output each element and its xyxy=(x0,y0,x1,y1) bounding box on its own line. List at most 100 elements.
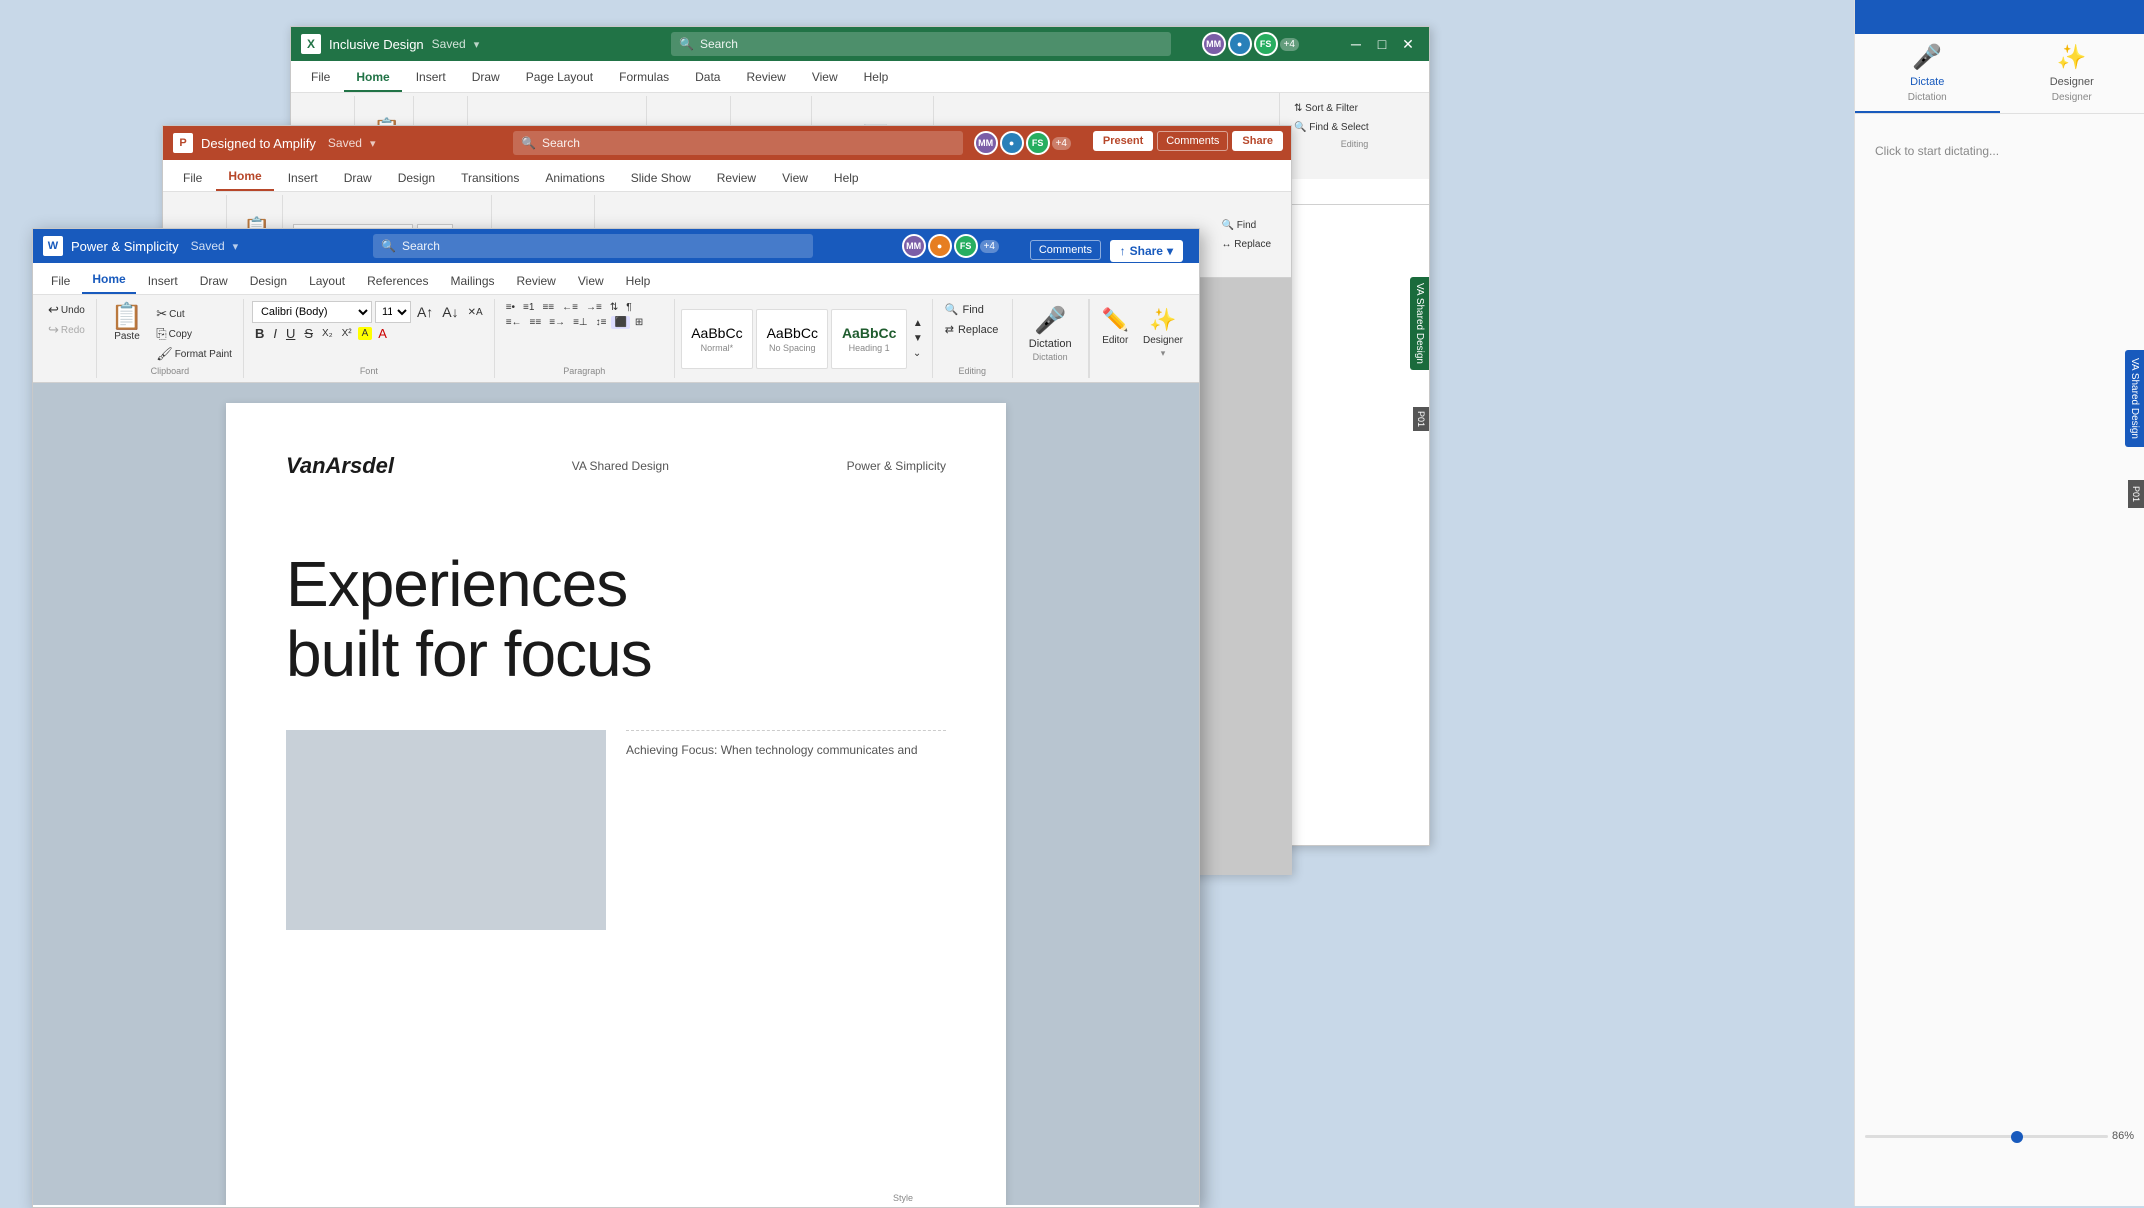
excel-title-arrow[interactable]: ▾ xyxy=(474,38,480,51)
highlight-btn[interactable]: A xyxy=(358,327,373,340)
superscript-btn[interactable]: X² xyxy=(339,327,355,340)
style-no-spacing[interactable]: AaBbCc No Spacing xyxy=(756,309,828,369)
line-spacing-btn[interactable]: ↕≡ xyxy=(593,316,610,329)
word-collab-plus[interactable]: +4 xyxy=(980,240,999,253)
strikethrough-btn[interactable]: S xyxy=(301,325,316,342)
ppt-tab-file[interactable]: File xyxy=(171,165,214,191)
ppt-find-btn[interactable]: 🔍 Find xyxy=(1218,218,1275,233)
word-title-arrow[interactable]: ▾ xyxy=(233,240,239,253)
align-left-btn[interactable]: ≡← xyxy=(503,316,525,329)
ppt-share-btn[interactable]: Share xyxy=(1232,131,1283,151)
word-fontsize-dropdown[interactable]: 11 xyxy=(375,301,411,323)
ppt-tab-insert[interactable]: Insert xyxy=(276,165,330,191)
excel-tab-home[interactable]: Home xyxy=(344,64,401,92)
font-grow-btn[interactable]: A↑ xyxy=(414,303,436,321)
numbered-list-btn[interactable]: ≡1 xyxy=(520,301,537,314)
clear-format-btn[interactable]: ✕A xyxy=(465,306,486,319)
excel-tab-help[interactable]: Help xyxy=(852,64,901,92)
style-heading1[interactable]: AaBbCc Heading 1 xyxy=(831,309,906,369)
word-tab-view[interactable]: View xyxy=(568,268,614,294)
excel-tab-formulas[interactable]: Formulas xyxy=(607,64,681,92)
bullet-list-btn[interactable]: ≡• xyxy=(503,301,518,314)
excel-vertical-tab2[interactable]: P01 xyxy=(1413,407,1429,431)
font-color-btn[interactable]: A xyxy=(375,325,390,342)
ppt-replace-btn[interactable]: ↔ Replace xyxy=(1218,237,1275,252)
italic-btn[interactable]: I xyxy=(270,325,280,342)
word-tab-help[interactable]: Help xyxy=(616,268,661,294)
excel-tab-file[interactable]: File xyxy=(299,64,342,92)
excel-tab-view[interactable]: View xyxy=(800,64,850,92)
align-center-btn[interactable]: ≡≡ xyxy=(527,316,545,329)
bold-btn[interactable]: B xyxy=(252,325,267,342)
ppt-tab-help[interactable]: Help xyxy=(822,165,871,191)
font-shrink-btn[interactable]: A↓ xyxy=(439,303,461,321)
align-right-btn[interactable]: ≡→ xyxy=(546,316,568,329)
shading-btn[interactable]: ⬛ xyxy=(611,316,629,329)
excel-tab-insert[interactable]: Insert xyxy=(404,64,458,92)
underline-btn[interactable]: U xyxy=(283,325,298,342)
word-tab-insert[interactable]: Insert xyxy=(138,268,188,294)
word-replace-btn[interactable]: ⇄ Replace xyxy=(941,321,1003,338)
word-redo-btn[interactable]: ↪ Redo xyxy=(45,321,88,339)
subscript-btn[interactable]: X₂ xyxy=(319,327,336,340)
word-share-btn[interactable]: ↑ Share ▾ xyxy=(1110,240,1183,262)
word-tab-file[interactable]: File xyxy=(41,268,80,294)
ppt-collab-plus[interactable]: +4 xyxy=(1052,137,1071,150)
word-designer-btn[interactable]: ✨ Designer ▾ xyxy=(1137,303,1189,374)
word-editor-btn[interactable]: ✏️ Editor xyxy=(1096,303,1135,374)
excel-search-bar[interactable]: 🔍 Search xyxy=(671,32,1171,56)
word-tab-layout[interactable]: Layout xyxy=(299,268,355,294)
maximize-button[interactable]: □ xyxy=(1371,33,1393,55)
ppt-comments-btn[interactable]: Comments xyxy=(1157,131,1228,151)
word-tab-references[interactable]: References xyxy=(357,268,438,294)
styles-expand[interactable]: ⌄ xyxy=(910,347,926,360)
multilevel-list-btn[interactable]: ≡≡ xyxy=(539,301,557,314)
frp-tab-designer[interactable]: ✨ Designer Designer xyxy=(2000,34,2144,113)
word-tab-mailings[interactable]: Mailings xyxy=(440,268,504,294)
collab-plus[interactable]: +4 xyxy=(1280,38,1299,51)
word-undo-btn[interactable]: ↩ Undo xyxy=(45,301,88,319)
word-comments-btn[interactable]: Comments xyxy=(1030,240,1101,260)
ppt-tab-design[interactable]: Design xyxy=(386,165,447,191)
share-dropdown-arrow[interactable]: ▾ xyxy=(1167,244,1173,258)
word-tab-home[interactable]: Home xyxy=(82,266,135,294)
word-tab-design[interactable]: Design xyxy=(240,268,297,294)
ppt-title-arrow[interactable]: ▾ xyxy=(370,137,376,150)
styles-scroll-down[interactable]: ▼ xyxy=(910,332,926,345)
ppt-tab-view[interactable]: View xyxy=(770,165,820,191)
ppt-present-btn[interactable]: Present xyxy=(1093,131,1153,151)
increase-indent-btn[interactable]: →≡ xyxy=(583,301,605,314)
word-format-paint-btn[interactable]: 🖌 Format Paint xyxy=(153,345,235,363)
ppt-tab-transitions[interactable]: Transitions xyxy=(449,165,531,191)
close-button[interactable]: ✕ xyxy=(1397,33,1419,55)
borders-btn[interactable]: ⊞ xyxy=(632,316,646,329)
styles-scroll-up[interactable]: ▲ xyxy=(910,317,926,330)
word-find-btn[interactable]: 🔍 Find xyxy=(941,301,988,318)
ppt-tab-slideshow[interactable]: Slide Show xyxy=(619,165,703,191)
word-font-dropdown[interactable]: Calibri (Body) xyxy=(252,301,372,323)
sort-btn[interactable]: ⇅ xyxy=(607,301,621,314)
frp-tab-dictate[interactable]: 🎤 Dictate Dictation xyxy=(1855,34,2000,113)
word-cut-btn[interactable]: ✂ Cut xyxy=(153,305,235,323)
find-select-btn[interactable]: 🔍 Find & Select xyxy=(1290,120,1419,135)
show-para-btn[interactable]: ¶ xyxy=(623,301,634,314)
word-copy-btn[interactable]: ⎘ Copy xyxy=(153,325,235,343)
minimize-button[interactable]: ─ xyxy=(1345,33,1367,55)
sort-filter-btn[interactable]: ⇅ Sort & Filter xyxy=(1290,101,1419,116)
vertical-shared-design-tab[interactable]: VA Shared Design xyxy=(2125,350,2144,447)
designer-dropdown[interactable]: ▾ xyxy=(1161,348,1166,359)
zoom-slider[interactable] xyxy=(2011,1131,2023,1143)
word-search-bar[interactable]: 🔍 Search xyxy=(373,234,813,258)
word-paste-btn[interactable]: 📋 Paste xyxy=(105,301,149,344)
excel-tab-data[interactable]: Data xyxy=(683,64,732,92)
justify-btn[interactable]: ≡⊥ xyxy=(570,316,591,329)
ppt-tab-home[interactable]: Home xyxy=(216,163,273,191)
ppt-tab-animations[interactable]: Animations xyxy=(533,165,616,191)
excel-tab-draw[interactable]: Draw xyxy=(460,64,512,92)
excel-tab-pagelayout[interactable]: Page Layout xyxy=(514,64,605,92)
excel-vertical-tab[interactable]: VA Shared Design xyxy=(1410,277,1429,370)
word-dictate-btn[interactable]: 🎤 Dictation Dictation xyxy=(1021,301,1080,366)
word-tab-draw[interactable]: Draw xyxy=(190,268,238,294)
ppt-tab-review[interactable]: Review xyxy=(705,165,768,191)
style-normal[interactable]: AaBbCc Normal* xyxy=(681,309,753,369)
